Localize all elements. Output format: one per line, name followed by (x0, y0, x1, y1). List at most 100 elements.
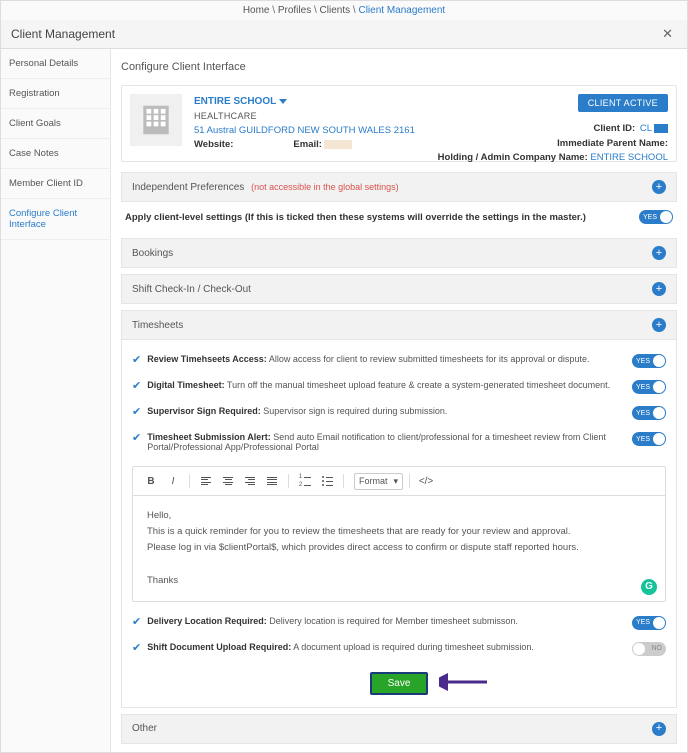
opt-desc: Delivery location is required for Member… (269, 616, 518, 626)
toggle-label: NO (652, 645, 663, 652)
sidebar: Personal Details Registration Client Goa… (1, 49, 111, 752)
parent-label: Immediate Parent Name: (557, 138, 668, 149)
check-icon: ✔ (132, 433, 141, 444)
holding-label: Holding / Admin Company Name: (438, 152, 588, 163)
crumb-home[interactable]: Home (243, 5, 270, 16)
separator (189, 474, 190, 488)
plus-icon[interactable]: + (652, 722, 666, 736)
format-select[interactable]: Format▾ (354, 473, 403, 490)
apply-toggle[interactable]: YES (639, 210, 673, 224)
check-icon: ✔ (132, 355, 141, 366)
crumb-clients[interactable]: Clients (320, 5, 351, 16)
chevron-down-icon[interactable] (279, 99, 287, 104)
toggle-label: YES (636, 436, 650, 443)
sidebar-item-label: Case Notes (9, 148, 59, 159)
opt-desc: A document upload is required during tim… (293, 642, 534, 652)
format-label: Format (359, 476, 388, 486)
check-icon: ✔ (132, 407, 141, 418)
accordion-bookings[interactable]: Bookings + (121, 238, 677, 268)
toggle-alert[interactable]: YES (632, 432, 666, 446)
check-icon: ✔ (132, 381, 141, 392)
client-meta: Client ID: CL Immediate Parent Name: Hol… (438, 122, 668, 166)
align-left-button[interactable] (196, 472, 216, 490)
toggle-digital[interactable]: YES (632, 380, 666, 394)
opt-shift-document: ✔ Shift Document Upload Required: A docum… (132, 636, 666, 662)
bold-button[interactable]: B (141, 472, 161, 490)
sidebar-item-personal[interactable]: Personal Details (1, 49, 110, 79)
align-right-button[interactable] (240, 472, 260, 490)
grammarly-icon[interactable]: G (641, 579, 657, 595)
rich-text-editor: B I 12 Format▾ </> (132, 466, 666, 602)
client-id-label: Client ID: (594, 123, 636, 134)
apply-settings-row: Apply client-level settings (If this is … (121, 202, 677, 232)
code-view-button[interactable]: </> (416, 472, 436, 490)
toggle-supervisor[interactable]: YES (632, 406, 666, 420)
arrow-annotation-icon (439, 672, 489, 692)
website-label: Website: (194, 139, 233, 150)
sidebar-item-label: Registration (9, 88, 60, 99)
check-icon: ✔ (132, 643, 141, 654)
opt-title: Digital Timesheet: (147, 380, 224, 390)
crumb-current[interactable]: Client Management (358, 5, 445, 16)
client-name[interactable]: ENTIRE SCHOOL (194, 96, 276, 107)
sidebar-item-casenotes[interactable]: Case Notes (1, 139, 110, 169)
opt-title: Timesheet Submission Alert: (147, 432, 271, 442)
client-card: ENTIRE SCHOOL HEALTHCARE 51 Austral GUIL… (121, 85, 677, 162)
opt-title: Delivery Location Required: (147, 616, 267, 626)
plus-icon[interactable]: + (652, 282, 666, 296)
plus-icon[interactable]: + (652, 318, 666, 332)
editor-line: Please log in via $clientPortal$, which … (147, 540, 651, 556)
italic-button[interactable]: I (163, 472, 183, 490)
opt-review-access: ✔Review Timehseets Access: Allow access … (132, 348, 666, 374)
plus-icon[interactable]: + (652, 180, 666, 194)
sidebar-item-goals[interactable]: Client Goals (1, 109, 110, 139)
sidebar-item-label: Configure Client Interface (9, 208, 77, 230)
ordered-list-button[interactable]: 12 (295, 472, 315, 490)
editor-line: Hello, (147, 508, 651, 524)
page-header: Client Management ✕ (1, 20, 687, 49)
accordion-timesheets[interactable]: Timesheets + (121, 310, 677, 340)
toggle-delivery[interactable]: YES (632, 616, 666, 630)
sidebar-item-memberid[interactable]: Member Client ID (1, 169, 110, 199)
opt-supervisor-sign: ✔ Supervisor Sign Required: Supervisor si… (132, 400, 666, 426)
accordion-title: Shift Check-In / Check-Out (132, 284, 251, 295)
sidebar-item-registration[interactable]: Registration (1, 79, 110, 109)
apply-label: Apply client-level settings (If this is … (125, 212, 586, 223)
crumb-profiles[interactable]: Profiles (278, 5, 311, 16)
accordion-title: Bookings (132, 248, 173, 259)
accordion-title: Other (132, 723, 157, 734)
save-button[interactable]: Save (370, 672, 429, 695)
editor-body[interactable]: Hello, This is a quick reminder for you … (133, 496, 665, 601)
unordered-list-button[interactable] (317, 472, 337, 490)
align-justify-button[interactable] (262, 472, 282, 490)
plus-icon[interactable]: + (652, 246, 666, 260)
separator (409, 474, 410, 488)
opt-desc: Turn off the manual timesheet upload fea… (227, 380, 610, 390)
sidebar-item-configure[interactable]: Configure Client Interface (1, 199, 110, 240)
close-icon[interactable]: ✕ (658, 24, 677, 44)
page-title: Client Management (11, 27, 115, 41)
holding-link[interactable]: ENTIRE SCHOOL (590, 152, 668, 163)
toggle-shiftdoc[interactable]: NO (632, 642, 666, 656)
sidebar-item-label: Member Client ID (9, 178, 83, 189)
section-heading: Configure Client Interface (121, 57, 677, 77)
check-icon: ✔ (132, 617, 141, 628)
breadcrumb: Home \ Profiles \ Clients \ Client Manag… (1, 1, 687, 20)
opt-desc: Supervisor sign is required during submi… (263, 406, 447, 416)
opt-title: Shift Document Upload Required: (147, 642, 291, 652)
save-row: Save (132, 662, 666, 699)
toggle-review[interactable]: YES (632, 354, 666, 368)
accordion-independent[interactable]: Independent Preferences (not accessible … (121, 172, 677, 202)
align-center-button[interactable] (218, 472, 238, 490)
editor-line: Thanks (147, 573, 651, 589)
opt-title: Supervisor Sign Required: (147, 406, 261, 416)
accordion-title: Independent Preferences (132, 182, 244, 193)
separator (288, 474, 289, 488)
building-icon (130, 94, 182, 146)
timesheets-panel: ✔Review Timehseets Access: Allow access … (121, 340, 677, 708)
accordion-other[interactable]: Other + (121, 714, 677, 744)
accordion-shift[interactable]: Shift Check-In / Check-Out + (121, 274, 677, 304)
toggle-label: YES (643, 214, 657, 221)
opt-submission-alert: ✔Timesheet Submission Alert: Send auto E… (132, 426, 666, 458)
sidebar-item-label: Client Goals (9, 118, 61, 129)
